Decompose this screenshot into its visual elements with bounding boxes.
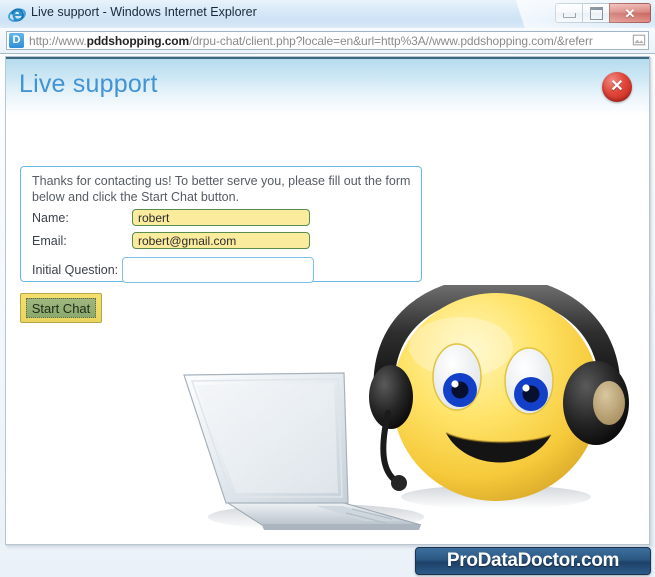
name-input[interactable] <box>132 209 310 226</box>
form-row-question: Initial Question: <box>32 257 315 283</box>
form-row-name: Name: <box>32 209 310 226</box>
initial-question-label: Initial Question: <box>32 263 119 277</box>
window-close-button[interactable]: ✕ <box>609 3 651 23</box>
address-bar: D http://www.pddshopping.com/drpu-chat/c… <box>0 28 655 54</box>
maximize-icon <box>589 6 603 20</box>
form-intro-text: Thanks for contacting us! To better serv… <box>32 174 411 204</box>
window-title-bar: Live support - Windows Internet Explorer… <box>0 0 655 29</box>
maximize-button[interactable] <box>582 3 610 23</box>
minimize-button[interactable] <box>555 3 583 23</box>
start-chat-button[interactable]: Start Chat <box>20 293 102 323</box>
url-domain: pddshopping.com <box>86 33 190 48</box>
window-title-text: Live support - Windows Internet Explorer <box>31 5 257 19</box>
page-icon[interactable] <box>632 33 646 47</box>
live-support-header: Live support ✕ <box>6 57 649 115</box>
window-controls: ✕ <box>555 3 651 23</box>
browser-window: Live support - Windows Internet Explorer… <box>0 0 655 577</box>
start-chat-button-inner: Start Chat <box>26 298 96 318</box>
prechat-form: Thanks for contacting us! To better serv… <box>20 166 422 283</box>
url-prefix: http://www. <box>29 33 87 48</box>
close-circle-icon: ✕ <box>610 78 624 95</box>
page-content: Live support ✕ Thanks for contacting us!… <box>5 56 650 545</box>
form-row-email: Email: <box>32 232 310 249</box>
brand-logo-text: ProDataDoctor.com <box>446 550 620 571</box>
minimize-icon <box>562 13 576 18</box>
page-title: Live support <box>19 70 158 98</box>
initial-question-input[interactable] <box>122 257 315 283</box>
address-input[interactable]: D http://www.pddshopping.com/drpu-chat/c… <box>6 31 649 50</box>
name-label: Name: <box>32 210 69 225</box>
close-icon: ✕ <box>624 5 636 21</box>
start-chat-button-label: Start Chat <box>31 300 91 316</box>
email-input[interactable] <box>132 232 310 249</box>
support-illustration <box>183 285 629 530</box>
site-badge-icon: D <box>9 33 24 48</box>
address-url-text: http://www.pddshopping.com/drpu-chat/cli… <box>29 34 648 48</box>
brand-logo: ProDataDoctor.com <box>415 547 651 575</box>
chat-close-button[interactable]: ✕ <box>602 72 632 102</box>
internet-explorer-icon <box>8 8 26 22</box>
url-suffix: /drpu-chat/client.php?locale=en&url=http… <box>189 33 593 48</box>
email-label: Email: <box>32 233 67 248</box>
